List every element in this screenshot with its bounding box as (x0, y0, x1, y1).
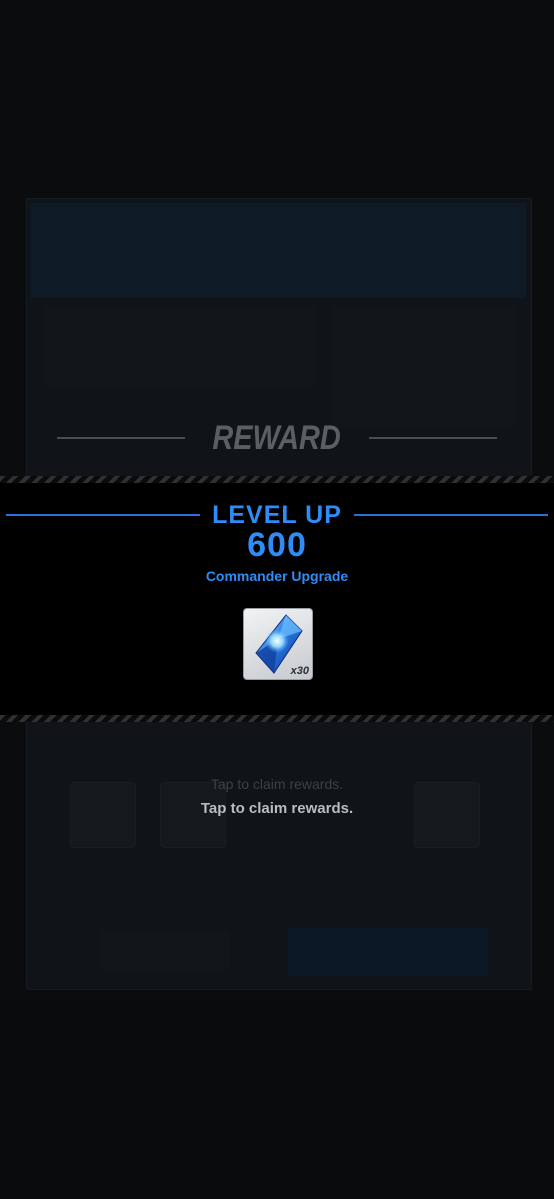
background-side-block (332, 306, 516, 426)
background-info-block (44, 306, 316, 386)
level-up-divider-left (6, 514, 201, 516)
reward-divider-left (57, 437, 186, 439)
background-panel-header (30, 203, 526, 298)
background-checkbox-row (100, 930, 230, 970)
commander-upgrade-label: Commander Upgrade (205, 568, 349, 584)
item-quantity: x30 (290, 665, 309, 677)
background-bottom-bar (0, 1000, 554, 1199)
reward-divider-right (368, 437, 497, 439)
level-up-banner: LEVEL UP 600 Commander Upgrade x30 (0, 476, 554, 722)
level-up-divider-right (353, 514, 548, 516)
reward-heading: REWARD (0, 418, 554, 458)
hazard-stripe-bottom (0, 715, 554, 722)
claim-hint-faded: Tap to claim rewards. (210, 776, 344, 792)
reward-item-card[interactable]: x30 (243, 608, 313, 680)
background-claim-button (288, 928, 488, 976)
hazard-stripe-top (0, 476, 554, 483)
level-number: 600 (247, 526, 307, 564)
reward-title: REWARD (212, 418, 342, 457)
claim-hint[interactable]: Tap to claim rewards. (0, 800, 554, 817)
